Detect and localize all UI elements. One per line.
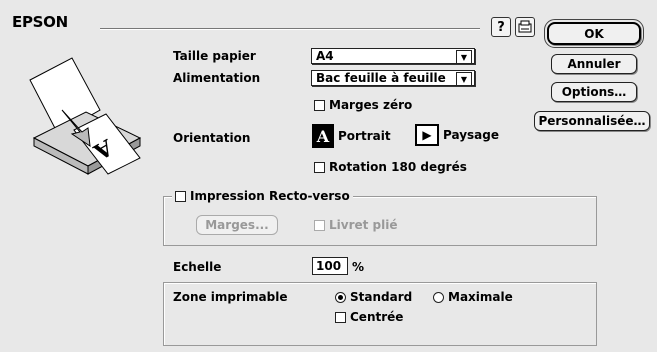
booklet-option[interactable]: Livret plié: [314, 218, 398, 232]
booklet-checkbox[interactable]: [314, 219, 325, 231]
portrait-label: Portrait: [338, 129, 391, 143]
duplex-margins-button[interactable]: Marges...: [196, 215, 278, 235]
paper-size-select[interactable]: A4 ▼: [311, 48, 475, 64]
header-divider: [100, 28, 480, 30]
custom-button[interactable]: Personnalisée…: [534, 111, 650, 131]
paper-size-label: Taille papier: [173, 49, 256, 63]
zero-margins-checkbox[interactable]: [314, 99, 325, 111]
printer-illustration: A: [29, 57, 142, 175]
rotate-180-checkbox[interactable]: [314, 161, 325, 173]
chevron-down-icon: ▼: [456, 72, 472, 86]
rotate-180-label: Rotation 180 degrés: [329, 160, 467, 174]
duplex-label: Impression Recto-verso: [190, 189, 350, 203]
paper-source-select[interactable]: Bac feuille à feuille ▼: [311, 70, 475, 86]
help-button[interactable]: ?: [491, 17, 511, 37]
maximum-label: Maximale: [448, 290, 513, 304]
booklet-label: Livret plié: [329, 218, 398, 232]
maximum-radio[interactable]: [433, 291, 444, 303]
printable-standard-option[interactable]: Standard: [335, 290, 412, 304]
cancel-button[interactable]: Annuler: [551, 54, 637, 74]
rotate-180-option[interactable]: Rotation 180 degrés: [314, 160, 467, 174]
brand-logo: EPSON: [12, 13, 68, 31]
scale-input[interactable]: 100: [312, 257, 348, 275]
centered-checkbox[interactable]: [335, 311, 346, 323]
paper-source-label: Alimentation: [173, 71, 261, 85]
scale-value: 100: [316, 259, 342, 273]
scale-unit: %: [352, 260, 365, 274]
printable-area-label: Zone imprimable: [173, 290, 288, 304]
duplex-option[interactable]: Impression Recto-verso: [172, 189, 353, 203]
landscape-label: Paysage: [443, 128, 499, 142]
options-button[interactable]: Options…: [551, 82, 637, 102]
centered-label: Centrée: [350, 310, 404, 324]
printer-utility-icon: [518, 20, 532, 33]
printable-maximum-option[interactable]: Maximale: [433, 290, 513, 304]
paper-size-value: A4: [316, 49, 334, 63]
zero-margins-option[interactable]: Marges zéro: [314, 98, 412, 112]
help-icon: ?: [497, 19, 505, 35]
duplex-checkbox[interactable]: [175, 190, 186, 202]
standard-radio[interactable]: [335, 291, 346, 303]
scale-label: Echelle: [173, 260, 222, 274]
centered-option[interactable]: Centrée: [335, 310, 403, 324]
orientation-label: Orientation: [173, 131, 251, 145]
zero-margins-label: Marges zéro: [329, 98, 413, 112]
standard-label: Standard: [350, 290, 413, 304]
portrait-icon[interactable]: A: [312, 124, 334, 148]
paper-source-value: Bac feuille à feuille: [316, 71, 446, 85]
orientation-portrait-option[interactable]: A Portrait: [312, 124, 391, 148]
landscape-icon[interactable]: ▶: [415, 124, 439, 146]
orientation-landscape-option[interactable]: ▶ Paysage: [415, 124, 499, 146]
printer-utility-button[interactable]: [515, 17, 535, 37]
chevron-down-icon: ▼: [456, 50, 472, 64]
ok-button[interactable]: OK: [544, 19, 644, 48]
